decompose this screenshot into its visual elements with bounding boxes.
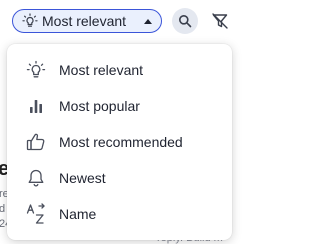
sort-option-name[interactable]: Name (7, 196, 232, 232)
sort-select[interactable]: Most relevant (12, 9, 162, 33)
filter-button[interactable] (207, 8, 233, 34)
lightbulb-icon (22, 13, 38, 29)
sort-option-label: Newest (59, 170, 106, 186)
sort-option-most-relevant[interactable]: Most relevant (7, 52, 232, 88)
sort-option-most-popular[interactable]: Most popular (7, 88, 232, 124)
sort-option-newest[interactable]: Newest (7, 160, 232, 196)
filter-off-icon (211, 12, 229, 30)
sort-az-icon (25, 203, 47, 225)
sort-option-label: Most relevant (59, 62, 144, 78)
bar-chart-icon (25, 95, 47, 117)
sort-option-label: Most popular (59, 98, 140, 114)
caret-up-icon (143, 17, 153, 25)
sort-option-most-recommended[interactable]: Most recommended (7, 124, 232, 160)
sort-option-label: Name (59, 206, 97, 222)
sort-dropdown-menu: Most relevant Most popular Most recommen… (7, 44, 232, 240)
search-icon (178, 14, 192, 28)
bell-icon (25, 167, 47, 189)
thumbs-up-icon (25, 131, 47, 153)
sort-option-label: Most recommended (59, 134, 183, 150)
lightbulb-icon (25, 59, 47, 81)
sort-select-value: Most relevant (42, 13, 127, 29)
search-button[interactable] (172, 8, 198, 34)
